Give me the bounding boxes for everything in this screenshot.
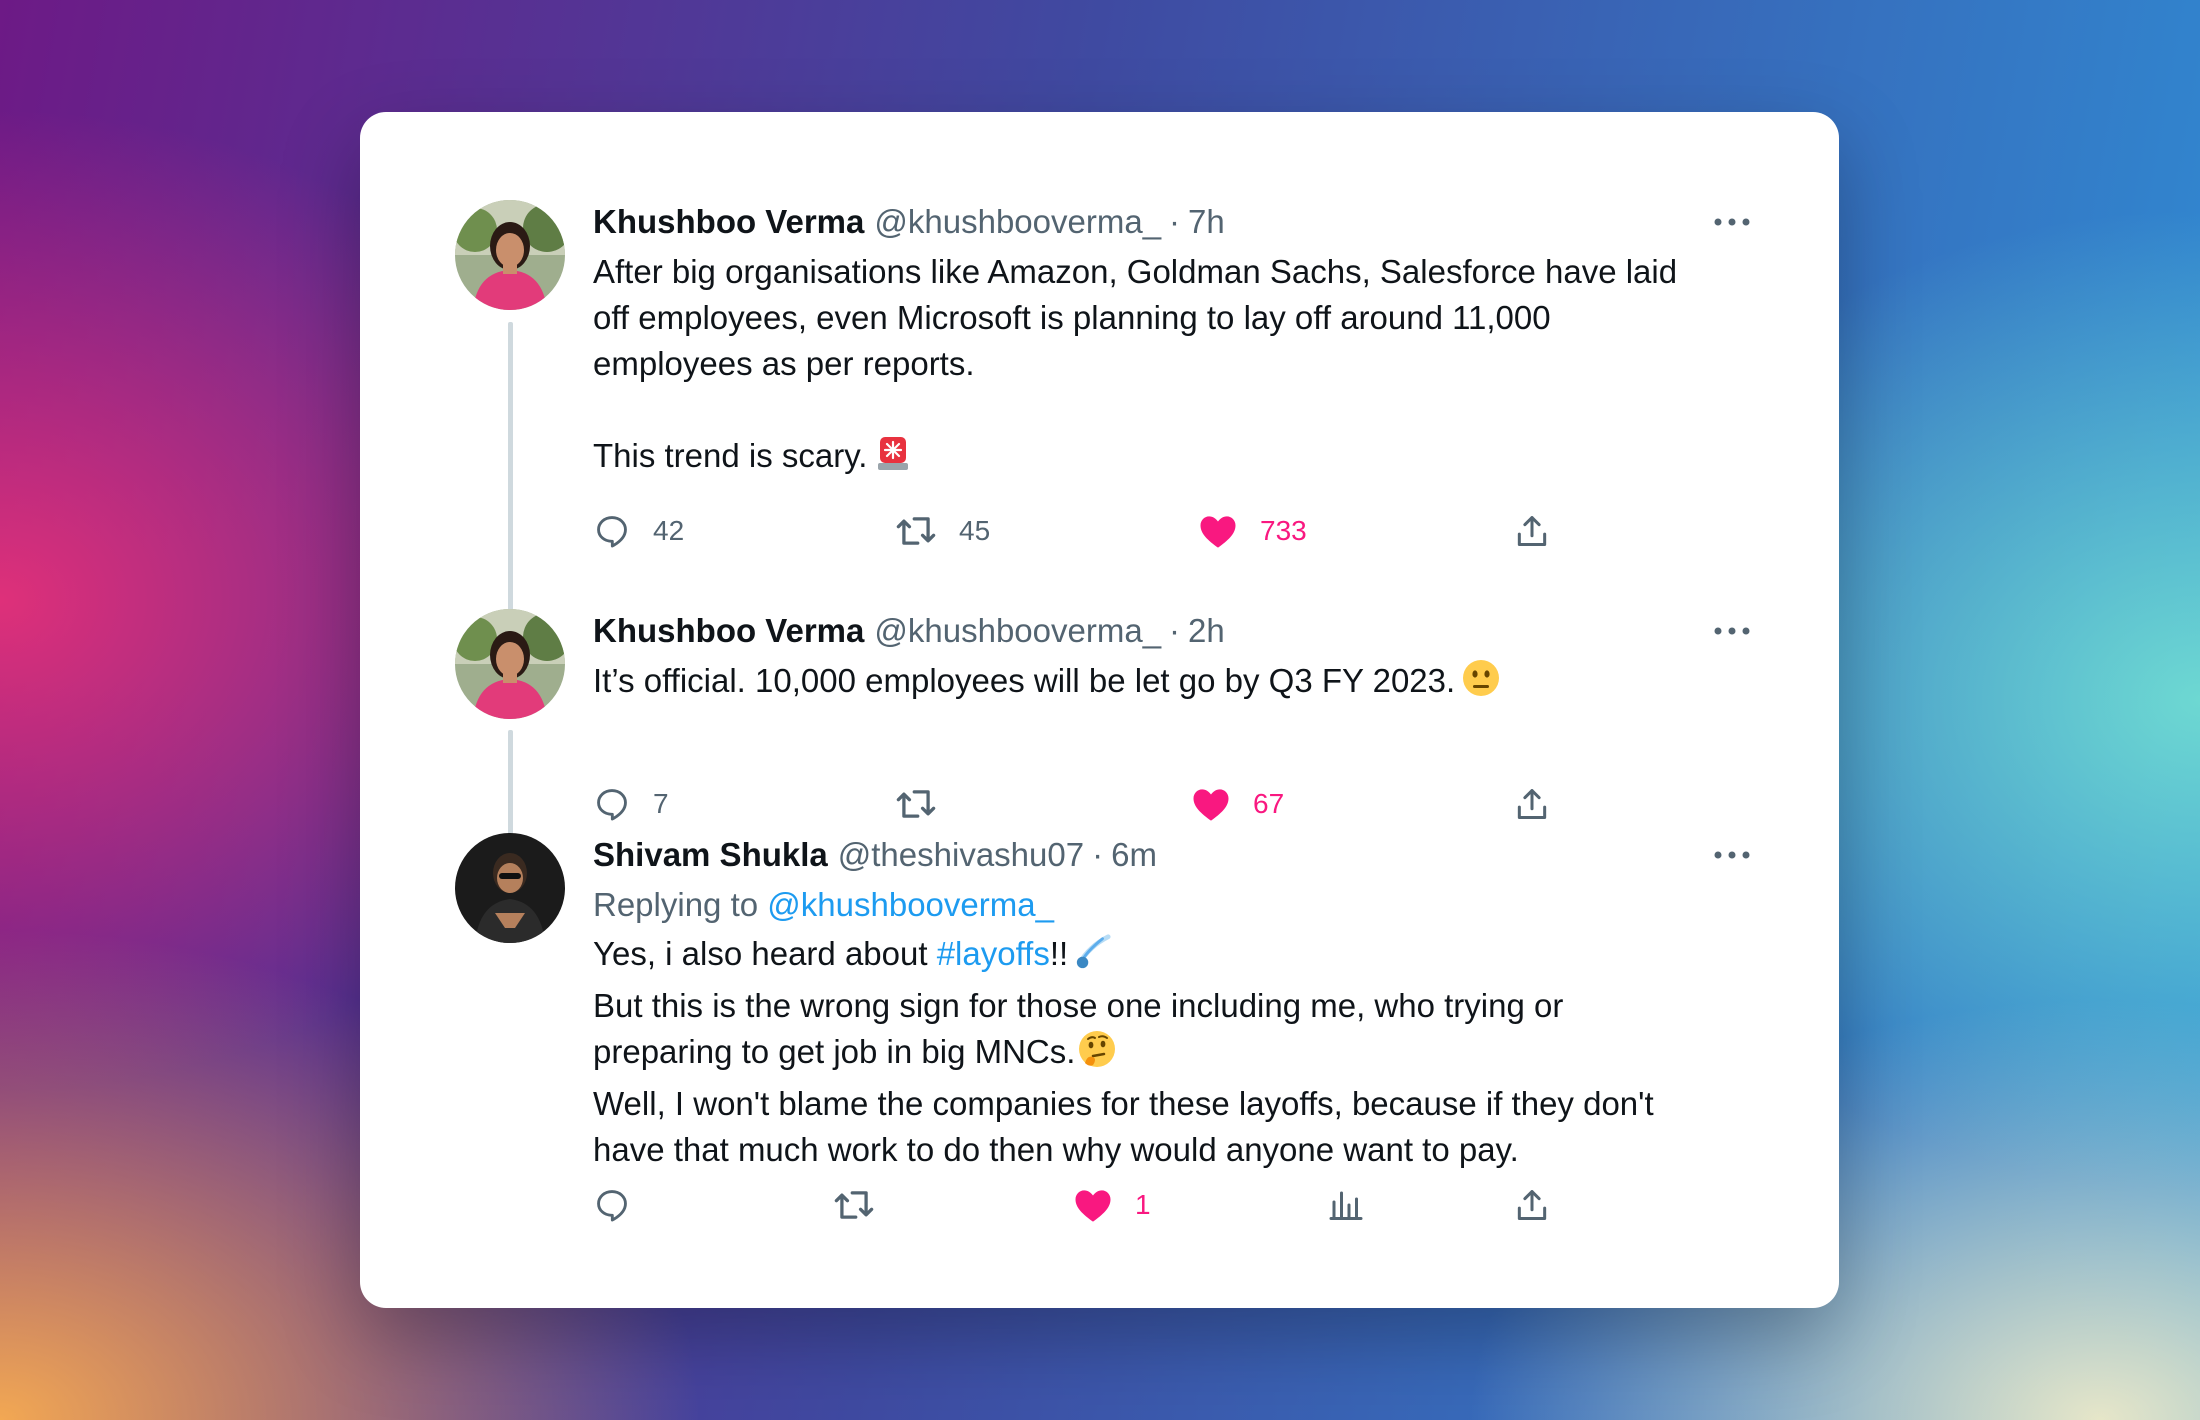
reply-icon (593, 512, 631, 550)
like-count: 733 (1260, 515, 1307, 546)
reply-count: 42 (653, 515, 685, 546)
like-count: 67 (1253, 788, 1285, 819)
comet-emoji (1074, 933, 1112, 983)
author-name[interactable]: Khushboo Verma (593, 612, 864, 650)
like-count: 1 (1135, 1189, 1151, 1220)
like-button[interactable]: 733 (1198, 506, 1307, 556)
replying-to-label: Replying to (593, 886, 759, 923)
tweet-text-line: preparing to get job in big MNCs. (593, 1033, 1076, 1070)
reply-icon (593, 785, 631, 823)
separator: · (1169, 612, 1181, 649)
tweet-text-line: have that much work to do then why would… (593, 1131, 1519, 1168)
share-button[interactable] (1513, 779, 1551, 829)
share-icon (1513, 512, 1551, 550)
retweet-button[interactable] (895, 779, 937, 829)
separator: · (1169, 203, 1181, 240)
separator: · (1092, 836, 1104, 873)
reply-count: 7 (653, 788, 669, 819)
author-name[interactable]: Khushboo Verma (593, 203, 864, 241)
share-button[interactable] (1513, 506, 1551, 556)
tweet-text: After big organisations like Amazon, Gol… (593, 249, 1754, 485)
thinking-face-emoji (1077, 1029, 1117, 1081)
like-icon (1191, 785, 1231, 823)
avatar[interactable] (455, 833, 565, 943)
tweet: Shivam Shukla @theshivashu07 · 6m Replyi… (455, 833, 1754, 1253)
retweet-icon (833, 1186, 875, 1224)
replying-to: Replying to @khushbooverma_ (593, 882, 1754, 928)
views-icon (1328, 1187, 1364, 1223)
tweet-text-line: Well, I won't blame the companies for th… (593, 1085, 1654, 1122)
avatar[interactable] (455, 609, 565, 719)
tweet-text-line: !! (1049, 935, 1069, 972)
share-icon (1513, 1186, 1551, 1224)
replying-to-handle[interactable]: @khushbooverma_ (767, 886, 1054, 923)
reply-icon (593, 1186, 631, 1224)
tweet-text: It’s official. 10,000 employees will be … (593, 658, 1754, 710)
reply-button[interactable]: 42 (593, 506, 684, 556)
neutral-face-emoji (1461, 658, 1501, 710)
timestamp[interactable]: 6m (1111, 836, 1157, 874)
like-button[interactable]: 1 (1073, 1180, 1151, 1230)
tweet-text-line: But this is the wrong sign for those one… (593, 987, 1564, 1024)
like-button[interactable]: 67 (1191, 779, 1284, 829)
like-icon (1198, 512, 1238, 550)
tweet-text-line: Yes, i also heard about (593, 935, 937, 972)
author-handle[interactable]: @theshivashu07 (838, 836, 1084, 874)
share-button[interactable] (1513, 1180, 1551, 1230)
tweet-text-line: This trend is scary. (593, 437, 868, 474)
reply-button[interactable]: 7 (593, 779, 669, 829)
hashtag-link[interactable]: #layoffs (937, 935, 1050, 972)
like-icon (1073, 1186, 1113, 1224)
tweet-text: Yes, i also heard about #layoffs!! But t… (593, 931, 1754, 1173)
more-icon[interactable] (1710, 833, 1754, 877)
tweet-text-line: off employees, even Microsoft is plannin… (593, 299, 1551, 336)
retweet-icon (895, 785, 937, 823)
reply-button[interactable] (593, 1180, 631, 1230)
timestamp[interactable]: 7h (1188, 203, 1225, 241)
retweet-icon (895, 512, 937, 550)
author-name[interactable]: Shivam Shukla (593, 836, 828, 874)
author-handle[interactable]: @khushbooverma_ (874, 203, 1161, 241)
author-handle[interactable]: @khushbooverma_ (874, 612, 1161, 650)
more-icon[interactable] (1710, 609, 1754, 653)
retweet-count: 45 (959, 515, 991, 546)
tweet: Khushboo Verma @khushbooverma_ · 2h It’s… (455, 609, 1754, 821)
tweet-text-line: It’s official. 10,000 employees will be … (593, 662, 1456, 699)
retweet-button[interactable]: 45 (895, 506, 990, 556)
more-icon[interactable] (1710, 200, 1754, 244)
police-light-emoji (873, 433, 913, 485)
tweet-text-line: employees as per reports. (593, 345, 975, 382)
timestamp[interactable]: 2h (1188, 612, 1225, 650)
retweet-button[interactable] (833, 1180, 875, 1230)
tweet: Khushboo Verma @khushbooverma_ · 7h Afte… (455, 200, 1754, 680)
tweet-thread-card: Khushboo Verma @khushbooverma_ · 7h Afte… (360, 112, 1839, 1308)
views-button[interactable] (1328, 1180, 1364, 1230)
share-icon (1513, 785, 1551, 823)
tweet-text-line: After big organisations like Amazon, Gol… (593, 253, 1678, 290)
avatar[interactable] (455, 200, 565, 310)
